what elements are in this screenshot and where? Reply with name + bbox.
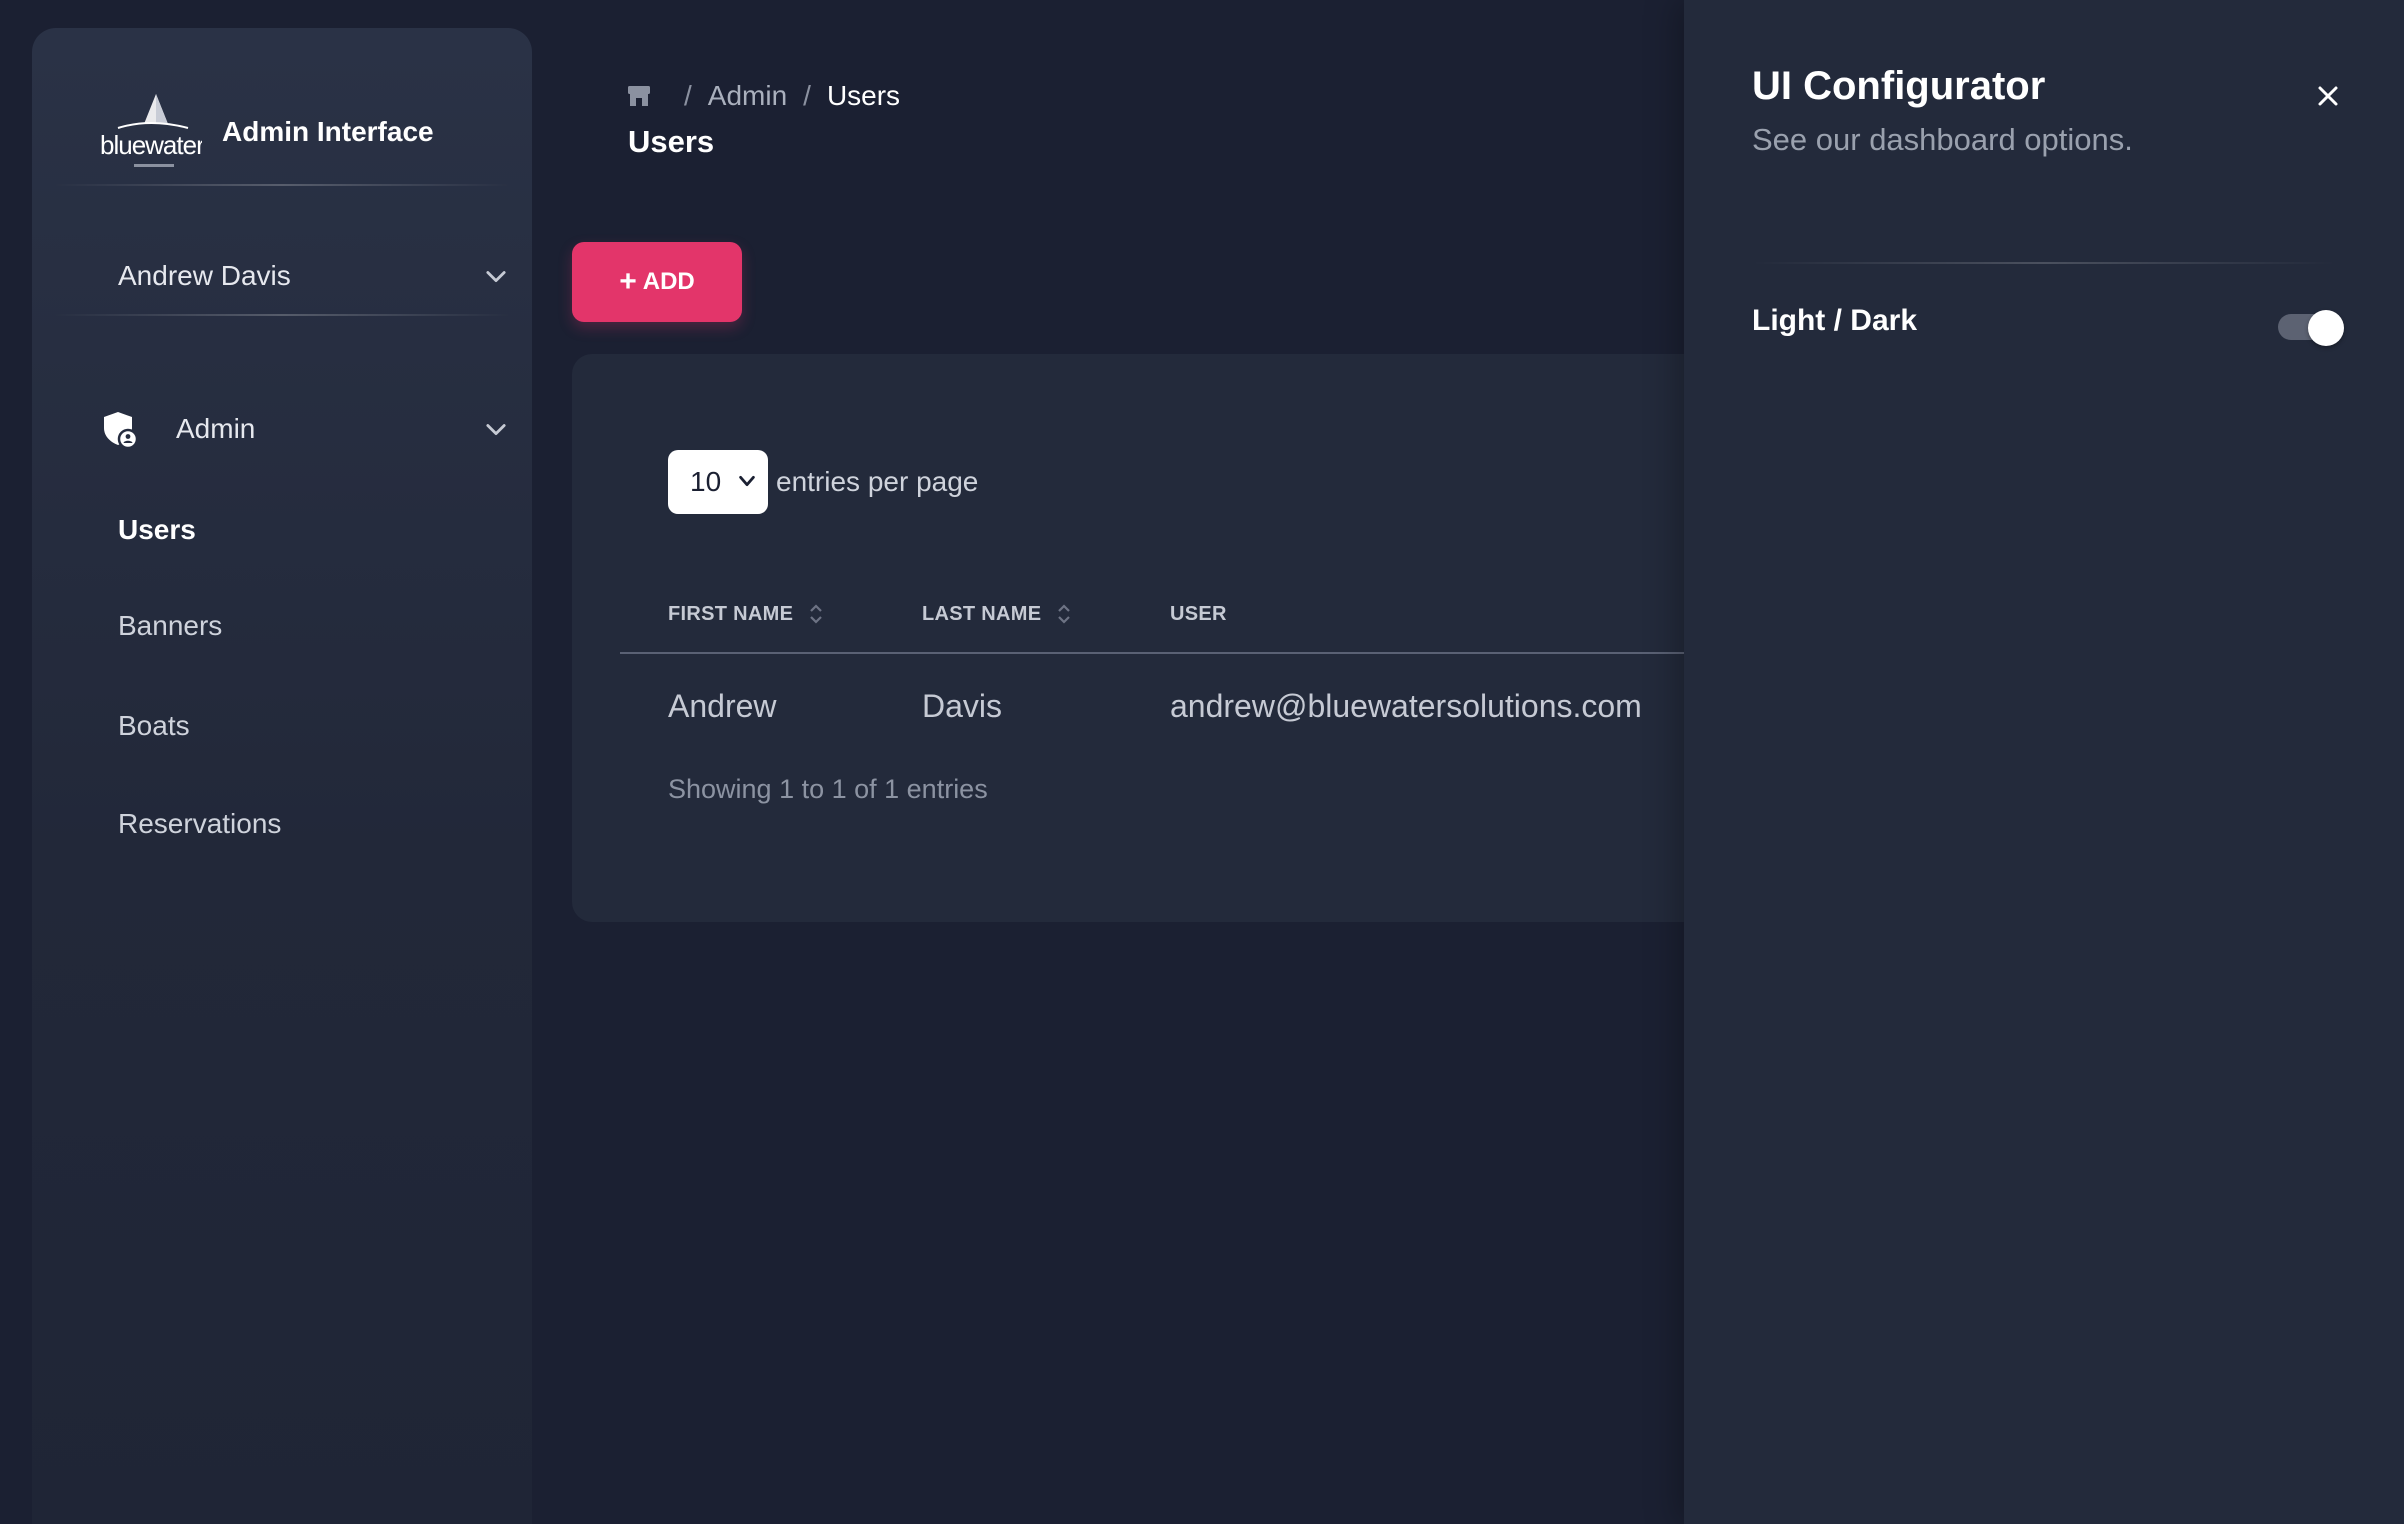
cell-first-name: Andrew bbox=[668, 687, 777, 724]
user-menu[interactable]: Andrew Davis bbox=[118, 236, 510, 316]
table-footer-info: Showing 1 to 1 of 1 entries bbox=[668, 774, 988, 804]
ui-configurator-panel: UI Configurator See our dashboard option… bbox=[1684, 0, 2404, 1524]
breadcrumb-admin[interactable]: Admin bbox=[708, 80, 787, 112]
chevron-down-icon bbox=[486, 424, 506, 436]
sort-icon bbox=[810, 604, 822, 624]
column-header-label: LAST NAME bbox=[922, 602, 1042, 625]
toggle-knob bbox=[2308, 310, 2344, 346]
breadcrumb-users: Users bbox=[826, 80, 901, 111]
plus-icon: + bbox=[619, 265, 637, 298]
entries-select[interactable]: 10 bbox=[668, 450, 768, 514]
brand-title: Admin Interface bbox=[222, 116, 434, 147]
close-icon[interactable] bbox=[2312, 80, 2344, 112]
sidebar-divider bbox=[54, 184, 510, 186]
column-header-last-name[interactable]: LAST NAME bbox=[922, 594, 1071, 634]
sidebar-item-banners[interactable]: Banners bbox=[118, 594, 510, 658]
users-table-card: 10 entries per page FIRST NAME LAST NAME… bbox=[572, 354, 1722, 922]
configurator-divider bbox=[1752, 262, 2336, 264]
sidebar-item-admin-label: Admin bbox=[176, 413, 256, 444]
sidebar-item-admin[interactable]: Admin bbox=[100, 394, 510, 464]
column-header-first-name[interactable]: FIRST NAME bbox=[668, 594, 823, 634]
table-header-divider bbox=[620, 652, 1722, 654]
sort-icon bbox=[1058, 604, 1071, 624]
light-dark-toggle[interactable] bbox=[2278, 310, 2344, 346]
cell-last-name: Davis bbox=[922, 687, 1003, 724]
breadcrumb-separator: / bbox=[684, 80, 692, 111]
breadcrumb-separator: / bbox=[803, 80, 811, 111]
light-dark-label: Light / Dark bbox=[1752, 304, 1918, 337]
entries-label: entries per page bbox=[776, 466, 979, 497]
sidebar-item-boats[interactable]: Boats bbox=[118, 694, 510, 758]
brand[interactable]: bluewater Admin Interface bbox=[98, 76, 434, 188]
sidebar-item-users[interactable]: Users bbox=[118, 498, 510, 562]
cell-user-email: andrew@bluewatersolutions.com bbox=[1170, 687, 1642, 724]
app-root: bluewater Admin Interface Andrew Davis A… bbox=[0, 0, 2404, 1524]
sidebar-divider bbox=[54, 314, 510, 316]
configurator-title: UI Configurator bbox=[1752, 64, 2046, 108]
configurator-subtitle: See our dashboard options. bbox=[1752, 122, 2133, 157]
column-header-user[interactable]: USER bbox=[1170, 594, 1227, 634]
column-header-label: FIRST NAME bbox=[668, 602, 794, 625]
add-button-label: ADD bbox=[642, 268, 695, 295]
sidebar-item-reservations[interactable]: Reservations bbox=[118, 792, 510, 856]
bluewater-logo: bluewater bbox=[100, 94, 202, 167]
add-user-button[interactable]: + ADD bbox=[572, 242, 742, 322]
user-name: Andrew Davis bbox=[118, 260, 291, 291]
entries-select-value: 10 bbox=[690, 466, 722, 497]
breadcrumb: / Admin / Users bbox=[626, 78, 900, 114]
entries-per-page: 10 entries per page bbox=[668, 450, 978, 514]
chevron-down-icon bbox=[739, 475, 755, 487]
admin-shield-icon bbox=[104, 412, 139, 449]
page-title: Users bbox=[628, 124, 715, 159]
svg-text:bluewater: bluewater bbox=[100, 130, 202, 160]
home-icon[interactable] bbox=[626, 83, 652, 109]
sidebar: bluewater Admin Interface Andrew Davis A… bbox=[32, 28, 532, 1524]
chevron-down-icon bbox=[486, 271, 506, 283]
column-header-label: USER bbox=[1170, 602, 1227, 625]
